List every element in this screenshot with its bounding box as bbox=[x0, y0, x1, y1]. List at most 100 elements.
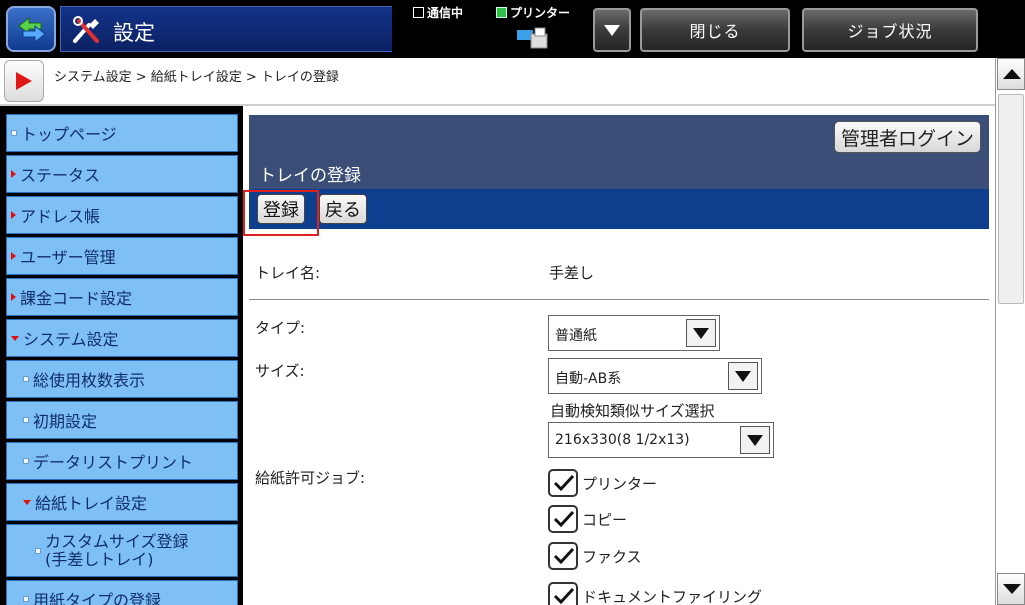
scroll-up-button[interactable] bbox=[997, 58, 1025, 90]
select-arrow-icon bbox=[686, 319, 716, 347]
checkmark-icon bbox=[553, 587, 575, 605]
main-content: 管理者ログイン トレイの登録 登録 戻る トレイ名: 手差し タイプ: 普通紙 … bbox=[243, 106, 995, 605]
sidebar-item-label: 用紙タイプの登録 bbox=[33, 591, 162, 605]
job-fax-checkbox[interactable] bbox=[548, 542, 578, 570]
tools-icon bbox=[73, 16, 99, 43]
page-title: トレイの登録 bbox=[259, 166, 361, 186]
job-copy-checkbox[interactable] bbox=[548, 505, 578, 533]
admin-login-button[interactable]: 管理者ログイン bbox=[833, 121, 981, 153]
job-printer-checkbox-row[interactable]: プリンター bbox=[548, 469, 657, 497]
type-label: タイプ: bbox=[255, 319, 306, 337]
sidebar-item-label: システム設定 bbox=[23, 330, 119, 349]
title-panel: 設定 bbox=[60, 6, 392, 52]
sidebar-item-data-list-print[interactable]: データリストプリント bbox=[6, 442, 238, 480]
divider bbox=[249, 299, 989, 300]
job-fax-label: ファクス bbox=[582, 547, 642, 566]
job-printer-checkbox[interactable] bbox=[548, 469, 578, 497]
scroll-thumb[interactable] bbox=[998, 94, 1024, 304]
page-header: 管理者ログイン トレイの登録 bbox=[249, 115, 989, 189]
sidebar-item-label: ユーザー管理 bbox=[20, 248, 116, 267]
back-button[interactable]: 戻る bbox=[319, 194, 367, 224]
triangle-down-icon bbox=[747, 435, 763, 446]
refresh-arrows-icon bbox=[18, 16, 46, 44]
triangle-right-icon bbox=[11, 252, 16, 260]
sidebar-item-address-book[interactable]: アドレス帳 bbox=[6, 196, 238, 234]
sidebar-item-label: アドレス帳 bbox=[20, 207, 101, 226]
close-button[interactable]: 閉じる bbox=[640, 8, 790, 52]
job-status-button[interactable]: ジョブ状況 bbox=[802, 8, 978, 52]
sidebar-item-label: 初期設定 bbox=[33, 412, 98, 431]
sidebar-item-paper-tray-settings[interactable]: 給紙トレイ設定 bbox=[6, 483, 238, 521]
breadcrumb: システム設定 > 給紙トレイ設定 > トレイの登録 bbox=[54, 70, 339, 85]
type-select-value: 普通紙 bbox=[555, 328, 597, 344]
sidebar-item-label: トップページ bbox=[21, 125, 117, 144]
triangle-down-icon bbox=[604, 25, 620, 36]
breadcrumb-bar: システム設定 > 給紙トレイ設定 > トレイの登録 bbox=[0, 58, 995, 106]
triangle-down-icon bbox=[11, 335, 19, 341]
sidebar-item-label: 給紙トレイ設定 bbox=[35, 494, 148, 513]
sidebar-item-total-count[interactable]: 総使用枚数表示 bbox=[6, 360, 238, 398]
triangle-right-icon bbox=[11, 211, 16, 219]
triangle-right-icon bbox=[11, 293, 16, 301]
app-title: 設定 bbox=[113, 21, 155, 45]
job-fax-checkbox-row[interactable]: ファクス bbox=[548, 542, 642, 570]
checkmark-icon bbox=[553, 510, 575, 528]
job-copy-label: コピー bbox=[582, 510, 628, 529]
top-bar: 設定 通信中 プリンター 閉じる ジョブ状況 bbox=[0, 0, 1025, 58]
sidebar-item-label: ステータス bbox=[20, 166, 101, 185]
comm-indicator-icon bbox=[413, 7, 424, 18]
allowed-jobs-label: 給紙許可ジョブ: bbox=[255, 469, 366, 487]
select-arrow-icon bbox=[728, 362, 758, 390]
auto-detect-label: 自動検知類似サイズ選択 bbox=[550, 402, 715, 420]
select-arrow-icon bbox=[740, 426, 770, 454]
job-filing-checkbox-row[interactable]: ドキュメントファイリング bbox=[548, 582, 762, 605]
square-bullet-icon bbox=[23, 417, 29, 423]
status-dropdown-button[interactable] bbox=[593, 8, 631, 52]
square-bullet-icon bbox=[23, 458, 29, 464]
checkmark-icon bbox=[553, 547, 575, 565]
size-label: サイズ: bbox=[255, 362, 305, 380]
sidebar-item-label: 課金コード設定 bbox=[20, 289, 133, 308]
sidebar-item-status[interactable]: ステータス bbox=[6, 155, 238, 193]
vertical-scrollbar[interactable] bbox=[995, 58, 1025, 605]
home-app-icon[interactable] bbox=[6, 6, 56, 52]
sidebar-item-system-settings[interactable]: システム設定 bbox=[6, 319, 238, 357]
size-select-value: 自動-AB系 bbox=[555, 371, 622, 387]
triangle-down-icon bbox=[693, 328, 709, 339]
sidebar-item-top-page[interactable]: トップページ bbox=[6, 114, 238, 152]
sidebar-item-initial-settings[interactable]: 初期設定 bbox=[6, 401, 238, 439]
square-bullet-icon bbox=[23, 596, 29, 602]
job-printer-label: プリンター bbox=[582, 474, 658, 493]
play-arrow-icon bbox=[16, 72, 32, 90]
square-bullet-icon bbox=[35, 547, 41, 554]
sidebar-item-paper-type[interactable]: 用紙タイプの登録 bbox=[6, 580, 238, 605]
register-highlight-box bbox=[243, 190, 319, 236]
square-bullet-icon bbox=[23, 376, 29, 382]
sidebar-item-billing-code[interactable]: 課金コード設定 bbox=[6, 278, 238, 316]
triangle-down-icon bbox=[23, 499, 31, 505]
job-copy-checkbox-row[interactable]: コピー bbox=[548, 505, 627, 533]
sidebar-item-label-line1: カスタムサイズ登録 bbox=[45, 531, 189, 551]
sidebar-item-label-line2: (手差しトレイ) bbox=[45, 549, 154, 569]
sidebar-item-user-management[interactable]: ユーザー管理 bbox=[6, 237, 238, 275]
sidebar-item-custom-size[interactable]: カスタムサイズ登録 (手差しトレイ) bbox=[6, 524, 238, 577]
size-select[interactable]: 自動-AB系 bbox=[548, 358, 762, 394]
comm-status: 通信中 bbox=[413, 4, 463, 21]
square-bullet-icon bbox=[11, 130, 17, 136]
auto-detect-select[interactable]: 216x330(8 1/2x13) bbox=[548, 422, 774, 458]
scroll-down-button[interactable] bbox=[997, 573, 1025, 605]
action-bar: 登録 戻る bbox=[249, 189, 989, 229]
sidebar-item-label: カスタムサイズ登録 (手差しトレイ) bbox=[45, 531, 189, 569]
printer-status: プリンター bbox=[496, 4, 570, 21]
breadcrumb-toggle-button[interactable] bbox=[4, 60, 44, 102]
sidebar: トップページ ステータス アドレス帳 ユーザー管理 課金コード設定 システム設定… bbox=[0, 106, 243, 605]
triangle-right-icon bbox=[11, 170, 16, 178]
comm-status-label: 通信中 bbox=[427, 6, 464, 20]
triangle-down-icon bbox=[1003, 584, 1021, 594]
checkmark-icon bbox=[553, 474, 575, 492]
type-select[interactable]: 普通紙 bbox=[548, 315, 720, 351]
sidebar-item-label: データリストプリント bbox=[33, 453, 194, 472]
triangle-down-icon bbox=[735, 371, 751, 382]
job-filing-checkbox[interactable] bbox=[548, 582, 578, 605]
triangle-up-icon bbox=[1003, 69, 1021, 79]
